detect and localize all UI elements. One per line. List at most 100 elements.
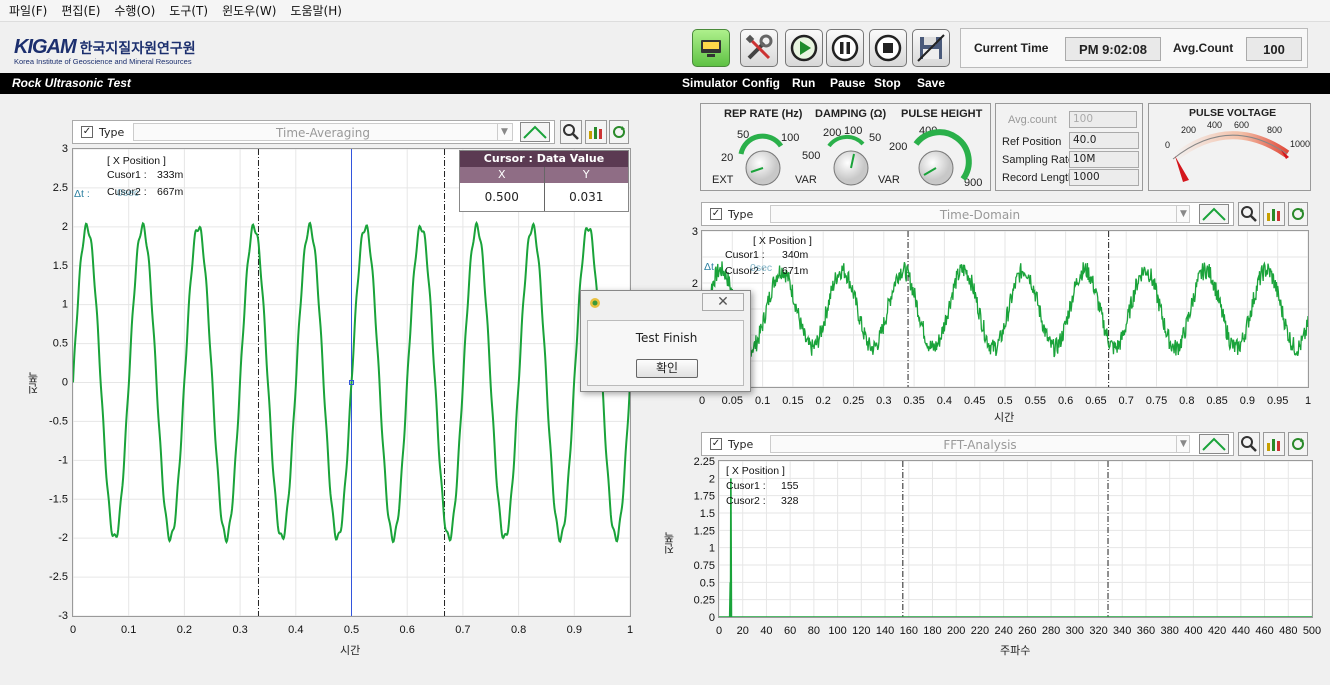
menu-tools[interactable]: 도구(T) — [162, 0, 215, 22]
cursor-y-value: 0.031 — [569, 190, 604, 204]
simulator-button[interactable] — [692, 29, 730, 67]
settings-panel: Avg.count 100 Ref Position 40.0 Sampling… — [995, 103, 1143, 191]
y-tick-label: 2 — [709, 473, 715, 485]
stop-button[interactable] — [869, 29, 907, 67]
x-tick-label: 0.4 — [937, 395, 952, 407]
kigam-logo: KIGAM 한국지질자원연구원 Korea Institute of Geosci… — [14, 36, 234, 70]
title-bar: Rock Ultrasonic Test Simulator Config Ru… — [0, 73, 1330, 94]
close-button[interactable]: ✕ — [702, 293, 744, 311]
gauge-needle — [1175, 156, 1189, 182]
x-tick-label: 20 — [737, 625, 749, 637]
y-tick-label: 0 — [62, 377, 68, 389]
x-tick-label: 0.45 — [964, 395, 985, 407]
run-button[interactable] — [785, 29, 823, 67]
x-tick-label: 0.3 — [232, 624, 247, 636]
menu-run[interactable]: 수행(O) — [107, 0, 162, 22]
label-simulator: Simulator — [682, 76, 738, 90]
pulse-voltage-gauge — [1170, 131, 1290, 182]
x-tick-label: 0.65 — [1085, 395, 1106, 407]
x-tick-label: 0 — [70, 624, 76, 636]
x-tick-label: 1 — [627, 624, 633, 636]
x-tick-label: 0.55 — [1025, 395, 1046, 407]
chevron-down-icon[interactable]: ▼ — [497, 123, 511, 141]
rep-rate-knob[interactable] — [738, 133, 784, 186]
avg-count-setting-field[interactable]: 100 — [1069, 111, 1137, 128]
x-tick-label: 0.15 — [782, 395, 803, 407]
x-tick-label: 320 — [1089, 625, 1107, 637]
magnifier-icon — [563, 124, 579, 140]
sampling-rate-field[interactable]: 10M — [1069, 151, 1139, 168]
logo-korean: 한국지질자원연구원 — [79, 41, 196, 57]
damping-knob[interactable] — [827, 134, 869, 186]
y-tick-label: 1.75 — [694, 491, 715, 503]
menu-file[interactable]: 파일(F) — [2, 0, 54, 22]
x-tick-label: 240 — [994, 625, 1012, 637]
x-tick-label: 440 — [1232, 625, 1250, 637]
run-icon — [790, 34, 818, 62]
main-ylabel: 진폭 — [27, 372, 40, 394]
time-type-checkbox[interactable]: ✓ — [710, 208, 722, 220]
y-tick-label: 1.5 — [700, 508, 715, 520]
x-tick-label: 260 — [1018, 625, 1036, 637]
plot-style-button[interactable] — [520, 122, 550, 142]
sampling-rate-label: Sampling Rate — [1002, 154, 1075, 166]
menu-help[interactable]: 도움말(H) — [283, 0, 349, 22]
ok-button[interactable]: 확인 — [636, 359, 698, 378]
y-tick-label: -3 — [58, 610, 68, 622]
pulse-voltage-panel: PULSE VOLTAGE 0 200 400 600 800 1000 — [1148, 103, 1311, 191]
label-run: Run — [792, 76, 816, 90]
y-tick-label: 2 — [692, 278, 698, 290]
x-tick-label: 220 — [971, 625, 989, 637]
save-button[interactable] — [912, 29, 950, 67]
x-tick-label: 0.25 — [843, 395, 864, 407]
x-tick-label: 0.8 — [1179, 395, 1194, 407]
save-icon — [917, 34, 945, 62]
main-type-select[interactable]: Time-Averaging — [133, 123, 513, 141]
x-tick-label: 0.1 — [121, 624, 136, 636]
ref-position-field[interactable]: 40.0 — [1069, 132, 1139, 149]
x-tick-label: 420 — [1208, 625, 1226, 637]
cursor-x-value: 0.500 — [460, 183, 545, 211]
menu-window[interactable]: 윈도우(W) — [215, 0, 283, 22]
x-tick-label: 0.4 — [288, 624, 303, 636]
main-type-checkbox[interactable]: ✓ — [81, 126, 93, 138]
label-save: Save — [917, 76, 946, 90]
y-tick-label: 1 — [709, 543, 715, 555]
pulse-height-knob[interactable] — [913, 129, 972, 186]
close-icon: ✕ — [717, 294, 729, 310]
y-tick-label: -1.5 — [49, 493, 68, 505]
ref-position-label: Ref Position — [1002, 136, 1062, 148]
y-tick-label: 0.25 — [694, 595, 715, 607]
fft-type-checkbox[interactable]: ✓ — [710, 438, 722, 450]
menu-edit[interactable]: 편집(E) — [54, 0, 107, 22]
dialog-body: Test Finish 확인 — [587, 320, 744, 386]
refresh-icon — [613, 126, 625, 138]
x-tick-label: 0.7 — [455, 624, 470, 636]
knobs-svg — [738, 129, 972, 186]
config-button[interactable] — [740, 29, 778, 67]
record-length-field[interactable]: 1000 — [1069, 169, 1139, 186]
dialog-titlebar[interactable]: ✕ — [581, 291, 750, 315]
record-length-label: Record Length — [1002, 172, 1075, 184]
peak-icon — [523, 125, 547, 139]
x-tick-label: 340 — [1113, 625, 1131, 637]
x-tick-label: 0.95 — [1267, 395, 1288, 407]
y-tick-label: -1 — [58, 454, 68, 466]
app-icon — [590, 298, 600, 308]
simulator-icon — [701, 40, 721, 57]
y-tick-label: 3 — [62, 143, 68, 155]
x-tick-label: 80 — [808, 625, 820, 637]
pause-button[interactable] — [826, 29, 864, 67]
time-graph-axes: 0 0.05 0.1 0.15 0.2 0.25 0.3 0.35 0.4 0.45 0.5 0.55… — [692, 226, 1311, 407]
avg-count-setting-label: Avg.count — [1008, 114, 1057, 126]
x-tick-label: 0.3 — [876, 395, 891, 407]
main-type-label: Type — [99, 126, 125, 139]
x-tick-label: 400 — [1184, 625, 1202, 637]
cursor-col-y: Y — [582, 168, 590, 181]
x-tick-label: 0.8 — [511, 624, 526, 636]
logo-english: Korea Institute of Geoscience and Minera… — [14, 57, 192, 66]
knob-panel: REP RATE (Hz) DAMPING (Ω) PULSE HEIGHT 5… — [700, 103, 991, 191]
y-tick-label: -2.5 — [49, 571, 68, 583]
label-pause: Pause — [830, 76, 866, 90]
x-tick-label: 0.85 — [1206, 395, 1227, 407]
